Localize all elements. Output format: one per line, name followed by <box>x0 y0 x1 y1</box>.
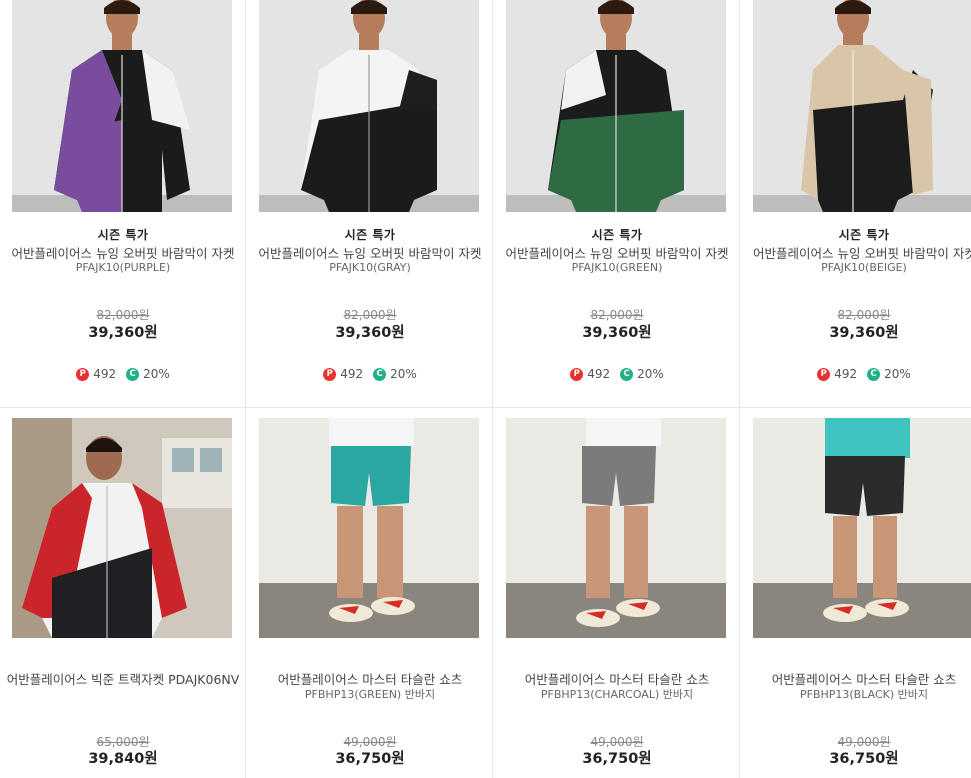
coupon-icon: C <box>126 367 140 381</box>
benefit-info: P 492 C 20% <box>741 367 971 381</box>
sale-price: 36,750원 <box>829 751 899 767</box>
coupon-icon: C <box>373 367 387 381</box>
point-icon: P <box>323 367 337 381</box>
product-image[interactable] <box>259 0 479 212</box>
point-value: 492 <box>93 367 117 381</box>
coupon-icon: C <box>620 367 634 381</box>
coupon-value: 20% <box>143 367 170 381</box>
product-card[interactable]: 어반플레이어스 마스터 타슬란 쇼츠 PFBHP13(BLACK) 반바지 49… <box>741 408 971 778</box>
sale-badge: 시즌 특가 <box>838 228 890 242</box>
sale-badge: 시즌 특가 <box>344 228 396 242</box>
product-image[interactable] <box>753 418 971 638</box>
sale-badge: 시즌 특가 <box>97 228 149 242</box>
product-code: PFAJK10(BEIGE) <box>821 261 907 274</box>
product-image[interactable] <box>506 0 726 212</box>
benefit-info: P 492 C 20% <box>0 367 246 381</box>
product-name[interactable]: 어반플레이어스 뉴잉 오버핏 바람막이 자켓 <box>494 243 740 262</box>
product-grid: 시즌 특가 어반플레이어스 뉴잉 오버핏 바람막이 자켓 PFAJK10(PUR… <box>0 0 971 778</box>
product-image[interactable] <box>12 0 232 212</box>
product-card[interactable]: 시즌 특가 어반플레이어스 뉴잉 오버핏 바람막이 자켓 PFAJK10(PUR… <box>0 0 246 407</box>
coupon-value: 20% <box>884 367 911 381</box>
sale-price: 36,750원 <box>335 751 405 767</box>
benefit-info: P 492 C 20% <box>494 367 740 381</box>
benefit-info: P 492 C 20% <box>247 367 493 381</box>
product-card[interactable]: 어반플레이어스 마스터 타슬란 쇼츠 PFBHP13(GREEN) 반바지 49… <box>247 408 493 778</box>
point-value: 492 <box>340 367 364 381</box>
sale-badge: 시즌 특가 <box>591 228 643 242</box>
product-code: PFAJK10(GRAY) <box>329 261 411 274</box>
product-card[interactable]: 시즌 특가 어반플레이어스 뉴잉 오버핏 바람막이 자켓 PFAJK10(BEI… <box>741 0 971 407</box>
sale-price: 39,360원 <box>582 325 652 341</box>
product-code: PFBHP13(CHARCOAL) 반바지 <box>540 688 694 701</box>
coupon-icon: C <box>867 367 881 381</box>
product-card[interactable]: 어반플레이어스 마스터 타슬란 쇼츠 PFBHP13(CHARCOAL) 반바지… <box>494 408 740 778</box>
sale-price: 39,360원 <box>829 325 899 341</box>
point-icon: P <box>570 367 584 381</box>
product-name[interactable]: 어반플레이어스 뉴잉 오버핏 바람막이 자켓 <box>0 243 246 262</box>
coupon-value: 20% <box>637 367 664 381</box>
product-card[interactable]: 어반플레이어스 빅준 트랙자켓 PDAJK06NV 65,000원 39,840… <box>0 408 246 778</box>
product-code: PFBHP13(BLACK) 반바지 <box>799 688 928 701</box>
product-name[interactable]: 어반플레이어스 뉴잉 오버핏 바람막이 자켓 <box>741 243 971 262</box>
product-card[interactable]: 시즌 특가 어반플레이어스 뉴잉 오버핏 바람막이 자켓 PFAJK10(GRE… <box>494 0 740 407</box>
product-name[interactable]: 어반플레이어스 뉴잉 오버핏 바람막이 자켓 <box>247 243 493 262</box>
product-image[interactable] <box>753 0 971 212</box>
sale-price: 39,360원 <box>88 325 158 341</box>
coupon-value: 20% <box>390 367 417 381</box>
sale-price: 39,840원 <box>88 751 158 767</box>
product-image[interactable] <box>506 418 726 638</box>
sale-price: 39,360원 <box>335 325 405 341</box>
product-card[interactable]: 시즌 특가 어반플레이어스 뉴잉 오버핏 바람막이 자켓 PFAJK10(GRA… <box>247 0 493 407</box>
point-icon: P <box>76 367 90 381</box>
product-name[interactable]: 어반플레이어스 빅준 트랙자켓 PDAJK06NV <box>0 669 246 688</box>
sale-price: 36,750원 <box>582 751 652 767</box>
product-code: PFBHP13(GREEN) 반바지 <box>304 688 436 701</box>
point-value: 492 <box>587 367 611 381</box>
point-value: 492 <box>834 367 858 381</box>
product-code: PFAJK10(PURPLE) <box>75 261 171 274</box>
product-code: PFAJK10(GREEN) <box>571 261 663 274</box>
product-image[interactable] <box>259 418 479 638</box>
point-icon: P <box>817 367 831 381</box>
product-image[interactable] <box>12 418 232 638</box>
